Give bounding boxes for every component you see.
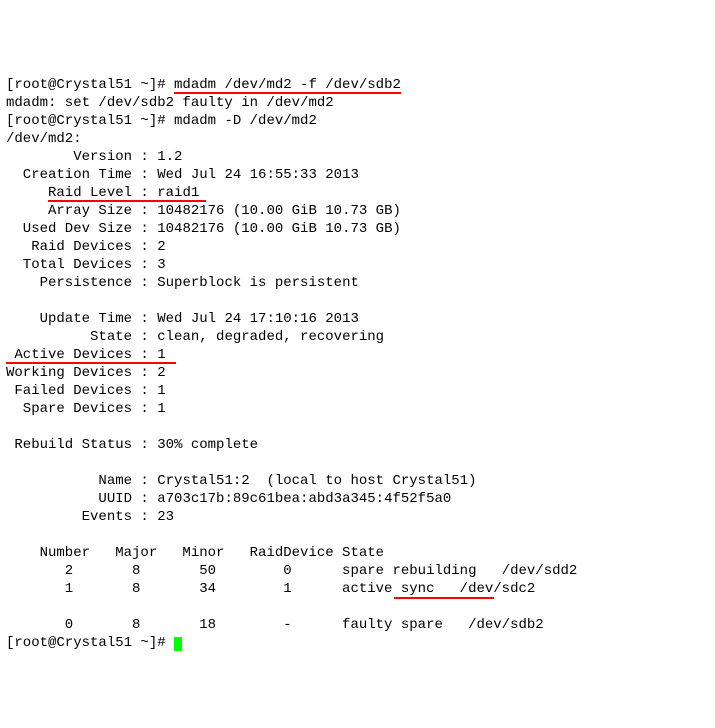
field-name-value: Crystal51:2 (local to host Crystal51) [157, 473, 476, 489]
field-version-label: Version : [6, 149, 157, 165]
field-arraysize-label: Array Size : [6, 203, 157, 219]
command-1: mdadm /dev/md2 -f /dev/sdb2 [174, 77, 401, 93]
table-row: 1 8 34 1 active sync /dev/sdc2 [6, 581, 535, 597]
table-header: Number Major Minor RaidDevice State [6, 545, 384, 561]
field-rebuild-label: Rebuild Status : [6, 437, 157, 453]
field-events-label: Events : [6, 509, 157, 525]
field-rebuild-value: 30% complete [157, 437, 258, 453]
command-2: mdadm -D /dev/md2 [174, 113, 317, 129]
field-persist-label: Persistence : [6, 275, 157, 291]
field-useddev-label: Used Dev Size : [6, 221, 157, 237]
field-active-label: Active Devices : [6, 347, 157, 363]
field-totaldev-value: 3 [157, 257, 165, 273]
field-update-label: Update Time : [6, 311, 157, 327]
prompt: [root@Crystal51 ~]# [6, 635, 174, 651]
field-active-value: 1 [157, 347, 165, 363]
field-events-value: 23 [157, 509, 174, 525]
field-state-value: clean, degraded, recovering [157, 329, 384, 345]
field-update-value: Wed Jul 24 17:10:16 2013 [157, 311, 359, 327]
field-name-label: Name : [6, 473, 157, 489]
field-version-value: 1.2 [157, 149, 182, 165]
field-spare-label: Spare Devices : [6, 401, 157, 417]
field-failed-label: Failed Devices : [6, 383, 157, 399]
field-raidlevel-label: Raid Level : [6, 185, 157, 201]
prompt: [root@Crystal51 ~]# [6, 113, 174, 129]
table-row: 0 8 18 - faulty spare /dev/sdb2 [6, 617, 544, 633]
field-working-value: 2 [157, 365, 165, 381]
field-arraysize-value: 10482176 (10.00 GiB 10.73 GB) [157, 203, 401, 219]
field-persist-value: Superblock is persistent [157, 275, 359, 291]
field-failed-value: 1 [157, 383, 165, 399]
field-creation-value: Wed Jul 24 16:55:33 2013 [157, 167, 359, 183]
field-uuid-label: UUID : [6, 491, 157, 507]
field-working-label: Working Devices : [6, 365, 157, 381]
field-uuid-value: a703c17b:89c61bea:abd3a345:4f52f5a0 [157, 491, 451, 507]
field-raiddev-label: Raid Devices : [6, 239, 157, 255]
field-spare-value: 1 [157, 401, 165, 417]
table-row: 2 8 50 0 spare rebuilding /dev/sdd2 [6, 563, 577, 579]
field-state-label: State : [6, 329, 157, 345]
field-active: Active Devices : 1 [6, 347, 166, 363]
field-raidlevel-value: raid1 [157, 185, 199, 201]
field-totaldev-label: Total Devices : [6, 257, 157, 273]
field-useddev-value: 10482176 (10.00 GiB 10.73 GB) [157, 221, 401, 237]
terminal-output: [root@Crystal51 ~]# mdadm /dev/md2 -f /d… [6, 77, 577, 651]
cursor-icon[interactable] [174, 637, 182, 651]
device-header: /dev/md2: [6, 131, 82, 147]
field-raiddev-value: 2 [157, 239, 165, 255]
output-line: mdadm: set /dev/sdb2 faulty in /dev/md2 [6, 95, 334, 111]
field-creation-label: Creation Time : [6, 167, 157, 183]
field-raidlevel: Raid Level : raid1 [6, 185, 199, 201]
prompt: [root@Crystal51 ~]# [6, 77, 174, 93]
